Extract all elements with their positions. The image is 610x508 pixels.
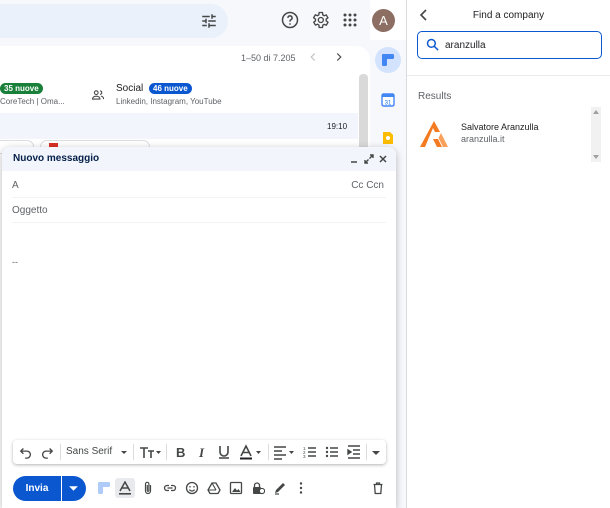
scrollbar[interactable]	[359, 74, 368, 154]
formatting-toolbar: Sans Serif B I 1 2 3	[13, 440, 386, 464]
fullscreen-icon[interactable]	[363, 153, 375, 165]
avatar[interactable]: A	[372, 9, 395, 32]
toolbar-divider	[366, 444, 367, 460]
formatting-toggle-button[interactable]	[115, 478, 135, 498]
svg-text:I: I	[198, 445, 205, 460]
result-url: aranzulla.it	[461, 134, 505, 144]
results-heading: Results	[418, 91, 452, 102]
search-options-icon[interactable]	[200, 12, 218, 30]
signature-separator[interactable]: --	[12, 257, 18, 267]
cc-bcc-link[interactable]: Cc Ccn	[351, 180, 384, 191]
close-icon[interactable]	[377, 153, 389, 165]
align-icon[interactable]	[273, 444, 297, 460]
redo-icon[interactable]	[40, 444, 54, 460]
toolbar-divider	[133, 444, 134, 460]
signature-pen-icon[interactable]	[273, 481, 287, 495]
discard-draft-icon[interactable]	[371, 481, 385, 495]
google-drive-icon[interactable]	[207, 481, 221, 495]
company-app-icon	[382, 54, 394, 66]
help-icon[interactable]	[280, 10, 300, 30]
category-social-subtitle: Linkedin, Instagram, YouTube	[116, 97, 222, 106]
chevron-left-icon[interactable]	[306, 50, 320, 64]
panel-divider	[407, 75, 610, 76]
schedule-send-button[interactable]	[62, 476, 86, 501]
confidential-mode-icon[interactable]	[251, 481, 265, 495]
more-options-icon[interactable]	[294, 481, 308, 495]
toolbar-divider	[268, 444, 269, 460]
results-scrollbar[interactable]	[591, 107, 601, 162]
dropdown-arrow-icon[interactable]	[119, 444, 129, 460]
keep-icon[interactable]	[381, 131, 395, 145]
insert-link-icon[interactable]	[163, 481, 177, 495]
send-button[interactable]: Invia	[13, 476, 61, 501]
people-icon	[91, 90, 105, 100]
dropdown-arrow-icon	[69, 486, 78, 491]
search-input-value: aranzulla	[445, 40, 486, 51]
attach-file-icon[interactable]	[141, 481, 155, 495]
indent-icon[interactable]	[347, 444, 361, 460]
svg-text:31: 31	[385, 101, 392, 107]
subject-placeholder: Oggetto	[12, 205, 48, 216]
company-app-icon[interactable]	[97, 481, 111, 495]
aranzulla-logo-icon	[420, 121, 448, 147]
numbered-list-icon[interactable]: 1 2 3	[303, 444, 317, 460]
category-updates-badge: 35 nuove	[0, 83, 43, 94]
panel-title: Find a company	[472, 10, 545, 21]
toolbar-divider	[166, 444, 167, 460]
find-company-panel: Find a company aranzulla Results Salvato…	[407, 0, 610, 508]
more-formatting-icon[interactable]	[370, 444, 382, 460]
category-social-badge: 46 nuove	[149, 83, 192, 94]
search-bar[interactable]	[0, 4, 228, 38]
category-updates-subtitle: CoreTech | Oma...	[0, 97, 65, 106]
emoji-icon[interactable]	[185, 481, 199, 495]
compose-header[interactable]: Nuovo messaggio	[2, 147, 396, 171]
chevron-right-icon[interactable]	[332, 50, 346, 64]
company-search-input[interactable]: aranzulla	[417, 31, 602, 59]
scroll-up-icon[interactable]	[593, 109, 599, 115]
bold-icon[interactable]: B	[173, 444, 187, 460]
text-format-icon	[119, 481, 131, 495]
apps-grid-icon[interactable]	[340, 10, 360, 30]
result-name: Salvatore Aranzulla	[461, 122, 539, 132]
underline-icon[interactable]	[217, 444, 231, 460]
bulleted-list-icon[interactable]	[325, 444, 339, 460]
settings-gear-icon[interactable]	[310, 10, 330, 30]
to-field[interactable]: A Cc Ccn	[12, 174, 386, 198]
toolbar-divider	[60, 444, 61, 460]
scroll-down-icon[interactable]	[593, 154, 599, 160]
undo-icon[interactable]	[19, 444, 33, 460]
email-row-time: 19:10	[327, 122, 348, 131]
pagination-count: 1–50 di 7.205	[241, 53, 296, 63]
svg-text:B: B	[176, 445, 185, 460]
email-row[interactable]	[0, 113, 358, 139]
search-icon	[426, 38, 439, 51]
compose-title: Nuovo messaggio	[13, 153, 100, 164]
category-social-title[interactable]: Social	[116, 83, 143, 94]
result-item[interactable]: Salvatore Aranzulla aranzulla.it	[407, 112, 599, 156]
text-color-icon[interactable]	[239, 444, 265, 460]
company-app-button[interactable]	[375, 47, 401, 73]
subject-field[interactable]: Oggetto	[12, 199, 386, 223]
svg-text:3: 3	[303, 454, 306, 459]
insert-photo-icon[interactable]	[229, 481, 243, 495]
font-size-icon[interactable]	[138, 444, 162, 460]
minimize-icon[interactable]	[348, 153, 360, 165]
font-family-select[interactable]: Sans Serif	[66, 446, 112, 457]
compose-window: Nuovo messaggio A Cc Ccn Oggetto -- Sans…	[2, 147, 396, 508]
calendar-icon[interactable]: 31	[381, 93, 395, 107]
italic-icon[interactable]: I	[195, 444, 209, 460]
to-label: A	[12, 180, 19, 191]
